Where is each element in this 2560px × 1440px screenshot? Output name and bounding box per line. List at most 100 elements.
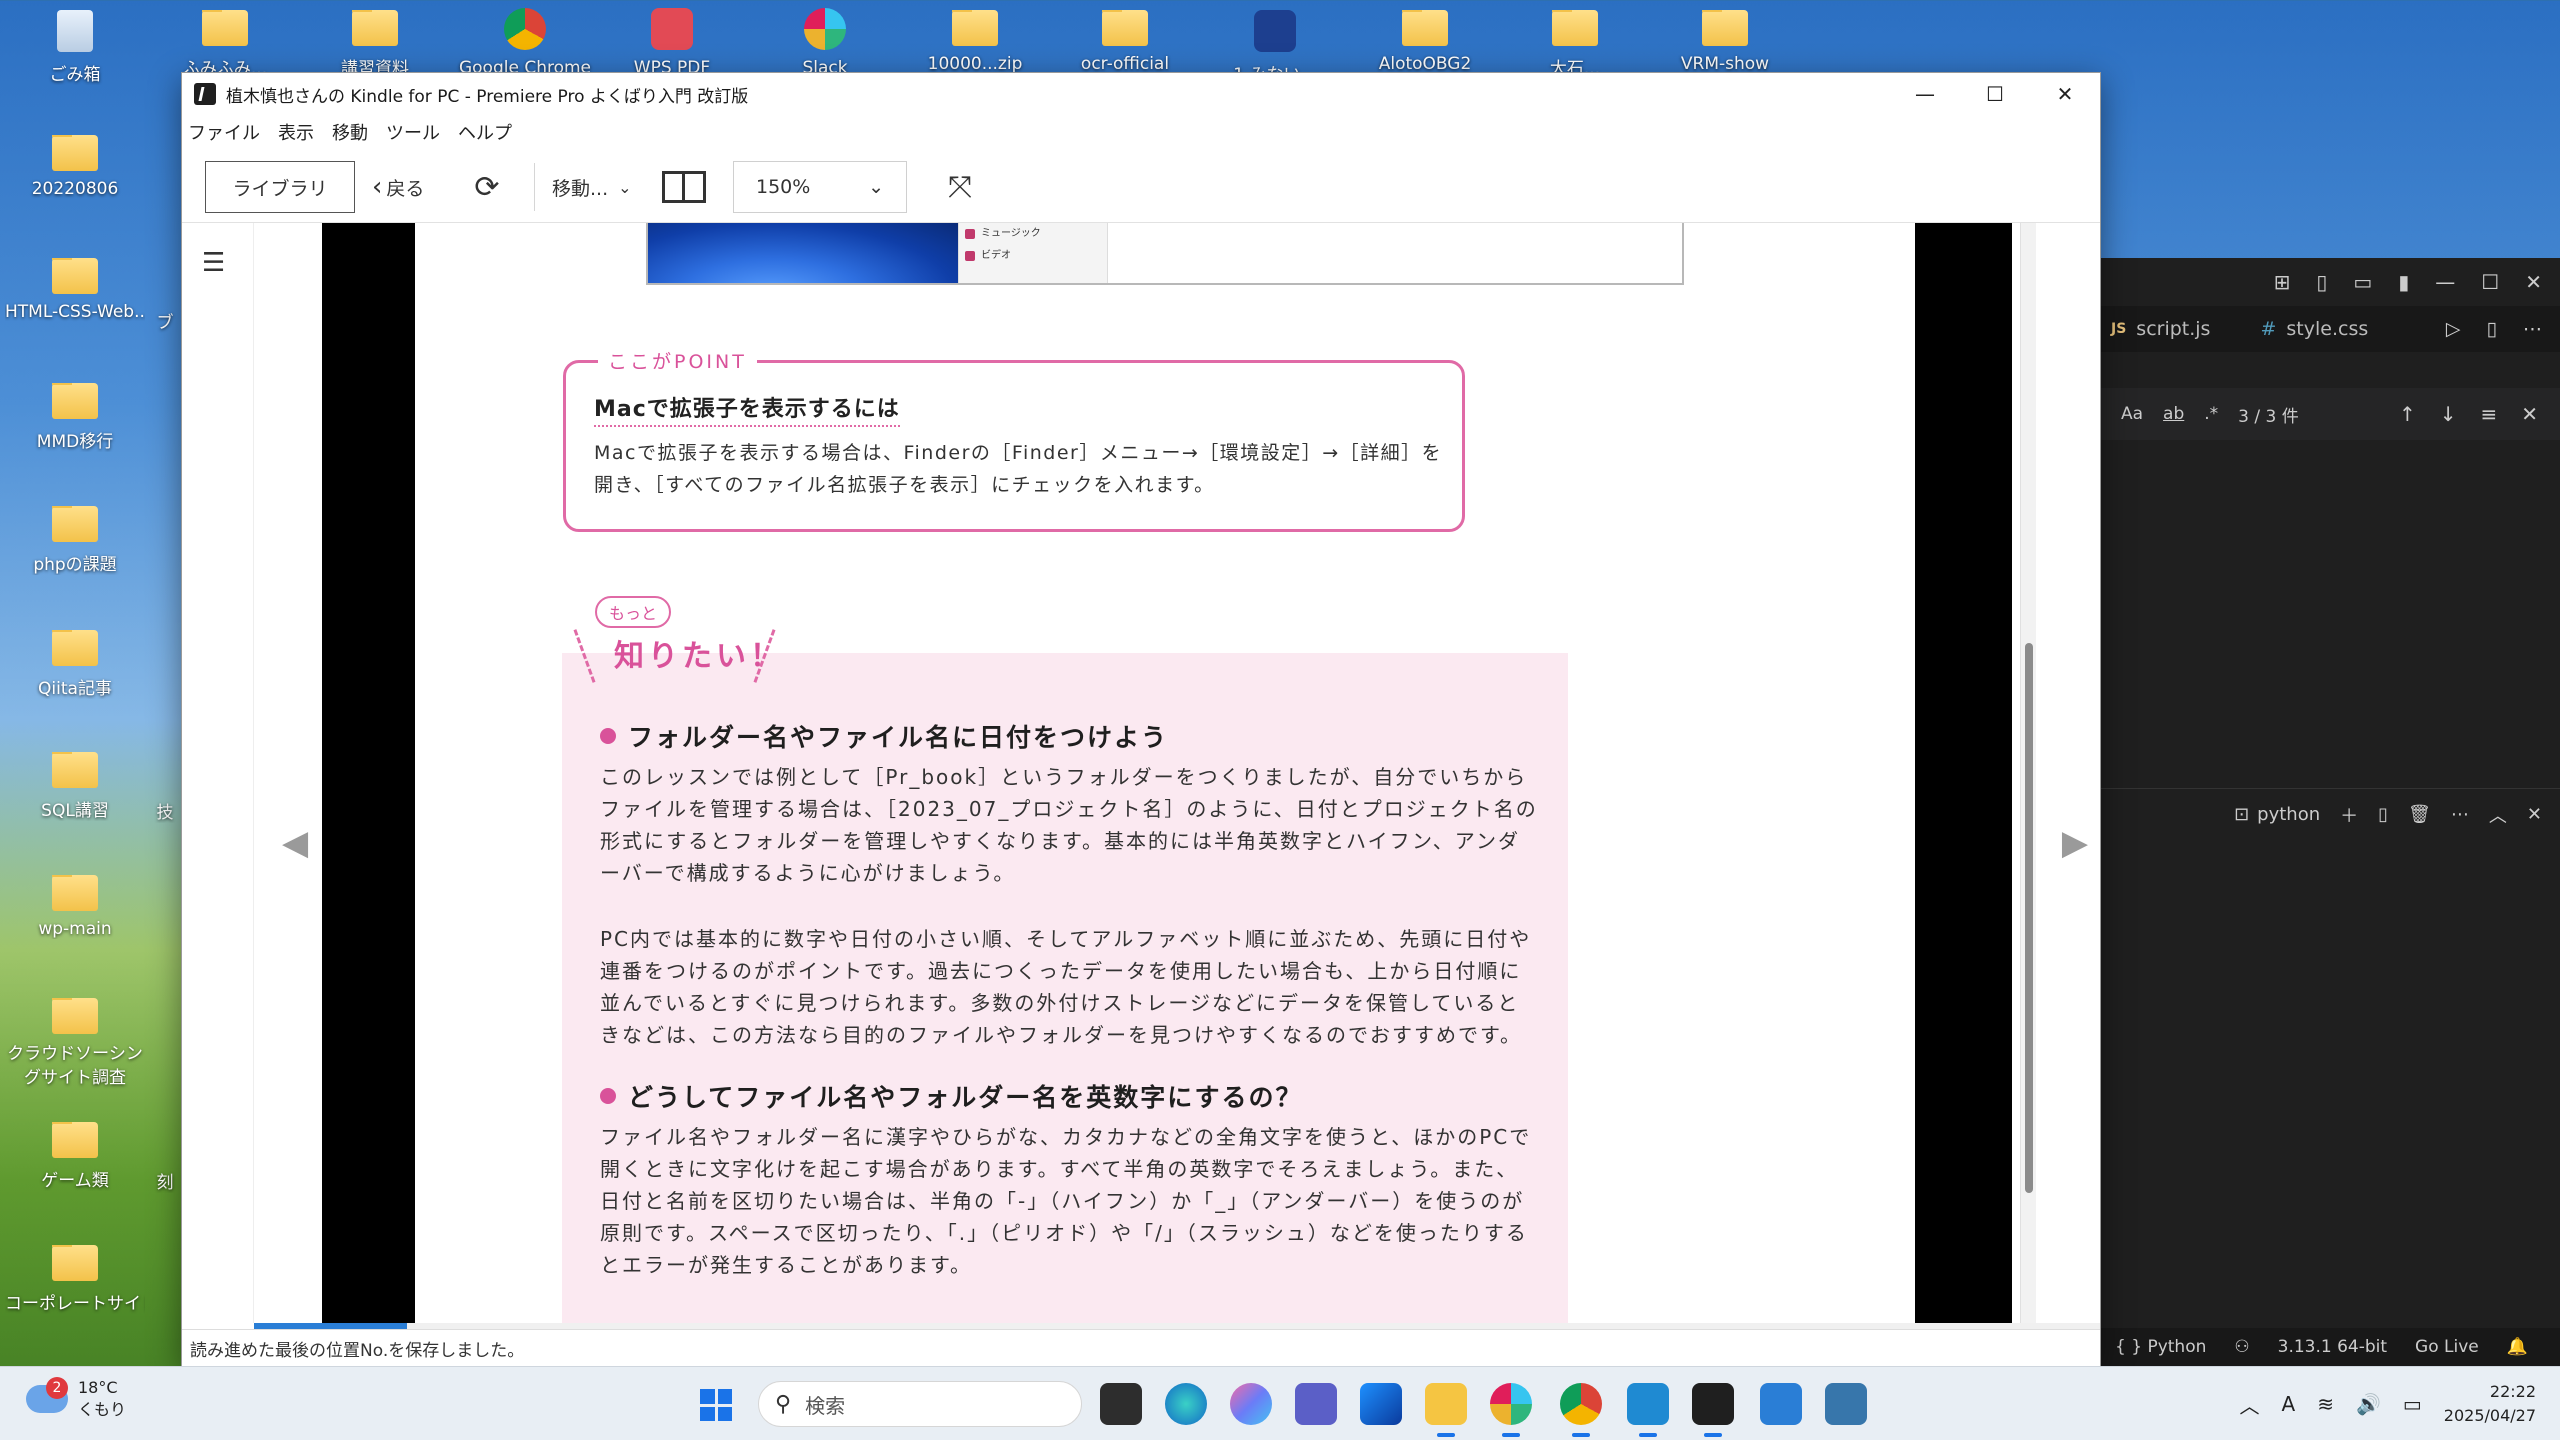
- desktop-icon-folder[interactable]: 大石...: [1505, 10, 1645, 79]
- desktop-icon-folder[interactable]: コーポレートサイト系: [5, 1245, 145, 1314]
- previous-page-arrow[interactable]: ◀: [282, 823, 308, 863]
- table-of-contents-icon[interactable]: ☰: [202, 248, 236, 278]
- desktop-icon-folder[interactable]: SQL講習: [5, 752, 145, 821]
- more-actions-icon[interactable]: ⋯: [2451, 804, 2469, 825]
- go-live-button[interactable]: Go Live: [2415, 1337, 2479, 1357]
- vscode-icon[interactable]: [1627, 1383, 1669, 1437]
- back-button[interactable]: ‹ 戻る: [372, 161, 424, 213]
- tab-script-js[interactable]: JS script.js: [2111, 318, 2210, 340]
- toggle-panel-icon[interactable]: ▭: [2353, 270, 2372, 294]
- fullscreen-button[interactable]: ⤧: [942, 161, 978, 213]
- desktop-icon-folder[interactable]: クラウドソーシングサイト調査: [5, 998, 145, 1090]
- close-panel-icon[interactable]: ✕: [2527, 804, 2542, 825]
- menu-go[interactable]: 移動: [332, 119, 368, 145]
- minimize-button[interactable]: —: [1890, 73, 1960, 115]
- python-version[interactable]: 3.13.1 64-bit: [2278, 1337, 2387, 1357]
- page-layout-button[interactable]: [661, 161, 707, 213]
- kindle-icon[interactable]: [1692, 1383, 1734, 1437]
- tab-style-css[interactable]: # style.css: [2260, 318, 2368, 340]
- minimize-button[interactable]: —: [2435, 270, 2455, 294]
- close-button[interactable]: ✕: [2525, 270, 2542, 294]
- split-editor-icon[interactable]: ▯: [2487, 318, 2497, 340]
- find-in-selection-icon[interactable]: ≡: [2480, 402, 2497, 426]
- notifications-icon[interactable]: 🔔: [2507, 1337, 2528, 1357]
- desktop-icon-folder[interactable]: wp-main: [5, 875, 145, 939]
- desktop-icon-recycle-bin[interactable]: ごみ箱: [5, 10, 145, 85]
- split-terminal-icon[interactable]: ▯: [2378, 804, 2388, 825]
- copilot-icon[interactable]: [1230, 1383, 1272, 1425]
- slack-icon[interactable]: [1490, 1383, 1532, 1437]
- task-view-icon[interactable]: [1100, 1383, 1142, 1425]
- desktop-icon-folder[interactable]: ゲーム類: [5, 1122, 145, 1191]
- sync-button[interactable]: ⟳: [467, 161, 507, 213]
- copilot-icon[interactable]: ⚇: [2234, 1337, 2249, 1357]
- clock[interactable]: 22:22 2025/04/27: [2444, 1380, 2536, 1428]
- run-icon[interactable]: ▷: [2446, 318, 2461, 340]
- desktop-icon-zip[interactable]: 10000...zip: [905, 10, 1045, 74]
- desktop-icon-partial[interactable]: 刻: [150, 1168, 180, 1193]
- desktop-icon-folder[interactable]: AlotoOBG2: [1355, 10, 1495, 74]
- layout-customize-icon[interactable]: ⊞: [2274, 270, 2291, 294]
- library-button[interactable]: ライブラリ: [205, 161, 355, 213]
- desktop-icon-slack[interactable]: Slack: [755, 8, 895, 78]
- menu-file[interactable]: ファイル: [188, 119, 260, 145]
- close-button[interactable]: ✕: [2030, 73, 2100, 115]
- menu-view[interactable]: 表示: [278, 119, 314, 145]
- desktop-icon-wps-pdf[interactable]: WPS PDF: [602, 8, 742, 78]
- desktop-icon-folder[interactable]: 20220806: [5, 135, 145, 199]
- toggle-sidebar-icon[interactable]: ▯: [2316, 270, 2327, 294]
- next-page-arrow[interactable]: ▶: [2062, 823, 2088, 863]
- chrome-icon[interactable]: [1560, 1383, 1602, 1437]
- file-explorer-icon[interactable]: [1425, 1383, 1467, 1437]
- teams-icon[interactable]: [1295, 1383, 1337, 1425]
- battery-icon[interactable]: ▭: [2403, 1392, 2422, 1416]
- more-actions-icon[interactable]: ⋯: [2523, 318, 2542, 340]
- next-match-icon[interactable]: ↓: [2440, 402, 2457, 426]
- desktop-icon-partial[interactable]: ブ: [150, 308, 180, 333]
- match-word-toggle[interactable]: ab: [2163, 404, 2184, 424]
- desktop-icon-folder[interactable]: ocr-official: [1055, 10, 1195, 74]
- ime-indicator[interactable]: A: [2282, 1392, 2296, 1416]
- regex-toggle[interactable]: .*: [2204, 404, 2218, 424]
- desktop-icon-folder[interactable]: MMD移行: [5, 383, 145, 452]
- notepad-icon[interactable]: [1760, 1383, 1802, 1425]
- maximize-button[interactable]: ☐: [1960, 73, 2030, 115]
- desktop-icon-folder[interactable]: VRM-show: [1655, 10, 1795, 74]
- weather-widget[interactable]: 2 18°C くもり: [26, 1377, 126, 1421]
- python-icon[interactable]: [1825, 1383, 1867, 1425]
- start-button[interactable]: [700, 1389, 732, 1421]
- previous-match-icon[interactable]: ↑: [2399, 402, 2416, 426]
- desktop-icon-folder[interactable]: phpの課題: [5, 506, 145, 575]
- volume-icon[interactable]: 🔊: [2356, 1392, 2381, 1416]
- scrollbar-thumb[interactable]: [2025, 643, 2033, 1193]
- menu-tools[interactable]: ツール: [386, 119, 440, 145]
- edge-icon[interactable]: [1165, 1383, 1207, 1425]
- language-mode[interactable]: { } Python: [2115, 1337, 2206, 1357]
- vertical-scrollbar[interactable]: [2020, 223, 2036, 1325]
- new-terminal-icon[interactable]: ＋: [2340, 802, 2358, 828]
- paragraph: ファイル名やフォルダー名に漢字やひらがな、カタカナなどの全角文字を使うと、ほかの…: [600, 1125, 1532, 1277]
- desktop-icon-folder[interactable]: HTML-CSS-Web...: [5, 258, 145, 322]
- chevron-up-icon[interactable]: ︿: [2240, 1390, 2260, 1419]
- match-case-toggle[interactable]: Aa: [2121, 404, 2143, 424]
- wifi-icon[interactable]: ≋: [2317, 1392, 2334, 1416]
- toggle-secondary-sidebar-icon[interactable]: ▮: [2398, 270, 2409, 294]
- maximize-panel-icon[interactable]: ︿: [2489, 802, 2507, 828]
- maximize-button[interactable]: ☐: [2481, 270, 2499, 294]
- desktop-icon-folder[interactable]: ふみふみ...: [155, 10, 295, 79]
- zoom-select[interactable]: 150% ⌄: [733, 161, 907, 213]
- desktop-icon-folder[interactable]: Qiita記事: [5, 630, 145, 699]
- desktop-icon-folder[interactable]: 講習資料: [305, 10, 445, 79]
- go-to-dropdown[interactable]: 移動... ⌄: [552, 161, 632, 213]
- desktop-icon-chrome[interactable]: Google Chrome: [455, 8, 595, 78]
- kill-terminal-icon[interactable]: 🗑: [2408, 804, 2431, 825]
- desktop-icon-partial[interactable]: 技: [150, 798, 180, 823]
- close-find-icon[interactable]: ✕: [2521, 402, 2538, 426]
- taskbar-search[interactable]: ⚲ 検索: [758, 1381, 1082, 1427]
- figure-screenshot: ミュージック ビデオ: [646, 223, 1684, 285]
- two-column-icon: [662, 171, 706, 203]
- terminal-name[interactable]: python: [2257, 804, 2320, 825]
- store-icon[interactable]: [1360, 1383, 1402, 1425]
- system-tray: ︿ A ≋ 🔊 ▭ 22:22 2025/04/27: [2240, 1367, 2536, 1440]
- menu-help[interactable]: ヘルプ: [458, 119, 512, 145]
